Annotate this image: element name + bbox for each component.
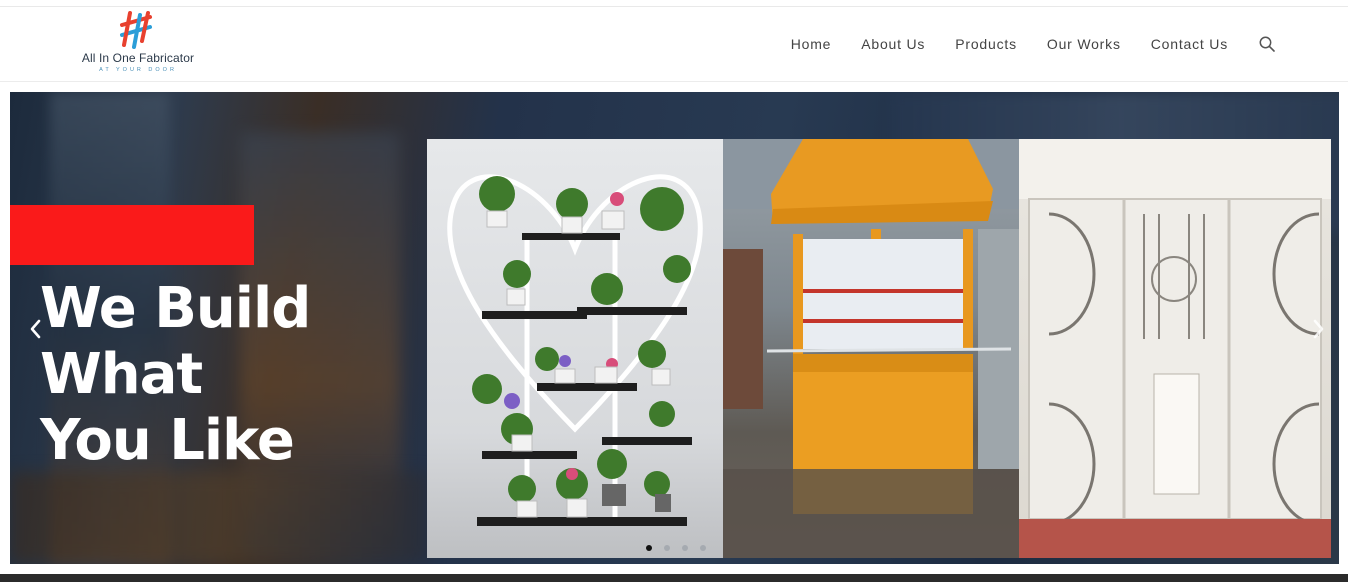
nav-home[interactable]: Home [791,36,832,52]
red-accent-bar [10,205,254,265]
slide-dot-1[interactable] [646,545,652,551]
main-nav: Home About Us Products Our Works Contact… [761,7,1276,81]
headline-line-1: We Build What [40,276,311,407]
nav-products[interactable]: Products [955,36,1017,52]
search-icon[interactable] [1258,35,1276,53]
slide-dot-3[interactable] [682,545,688,551]
headline-line-2: You Like [40,408,295,473]
chevron-left-icon[interactable] [23,314,47,344]
slide-dot-4[interactable] [700,545,706,551]
dark-section-edge [0,574,1348,582]
chevron-right-icon[interactable] [1307,314,1331,344]
hero-slider: We Build What You Like [10,92,1339,564]
site-header: All In One Fabricator AT YOUR DOOR Home … [0,7,1348,82]
nav-contact-us[interactable]: Contact Us [1151,36,1228,52]
slide-dot-2[interactable] [664,545,670,551]
nav-about-us[interactable]: About Us [861,36,925,52]
gate-illustration [1019,139,1331,558]
gate-photo [1019,139,1331,558]
hero-headline: We Build What You Like [40,276,440,474]
kiosk-illustration [723,139,1019,558]
product-collage-image [427,139,1331,558]
brand-name: All In One Fabricator [81,51,195,65]
slider-pagination [646,545,718,551]
plant-stand-illustration [447,174,703,526]
logo-icon [120,11,152,49]
site-logo[interactable]: All In One Fabricator AT YOUR DOOR [78,11,198,77]
nav-our-works[interactable]: Our Works [1047,36,1121,52]
plant-stand-photo [427,139,723,558]
kiosk-photo [723,139,1019,558]
brand-tagline: AT YOUR DOOR [99,67,177,73]
background-blur [10,472,430,564]
